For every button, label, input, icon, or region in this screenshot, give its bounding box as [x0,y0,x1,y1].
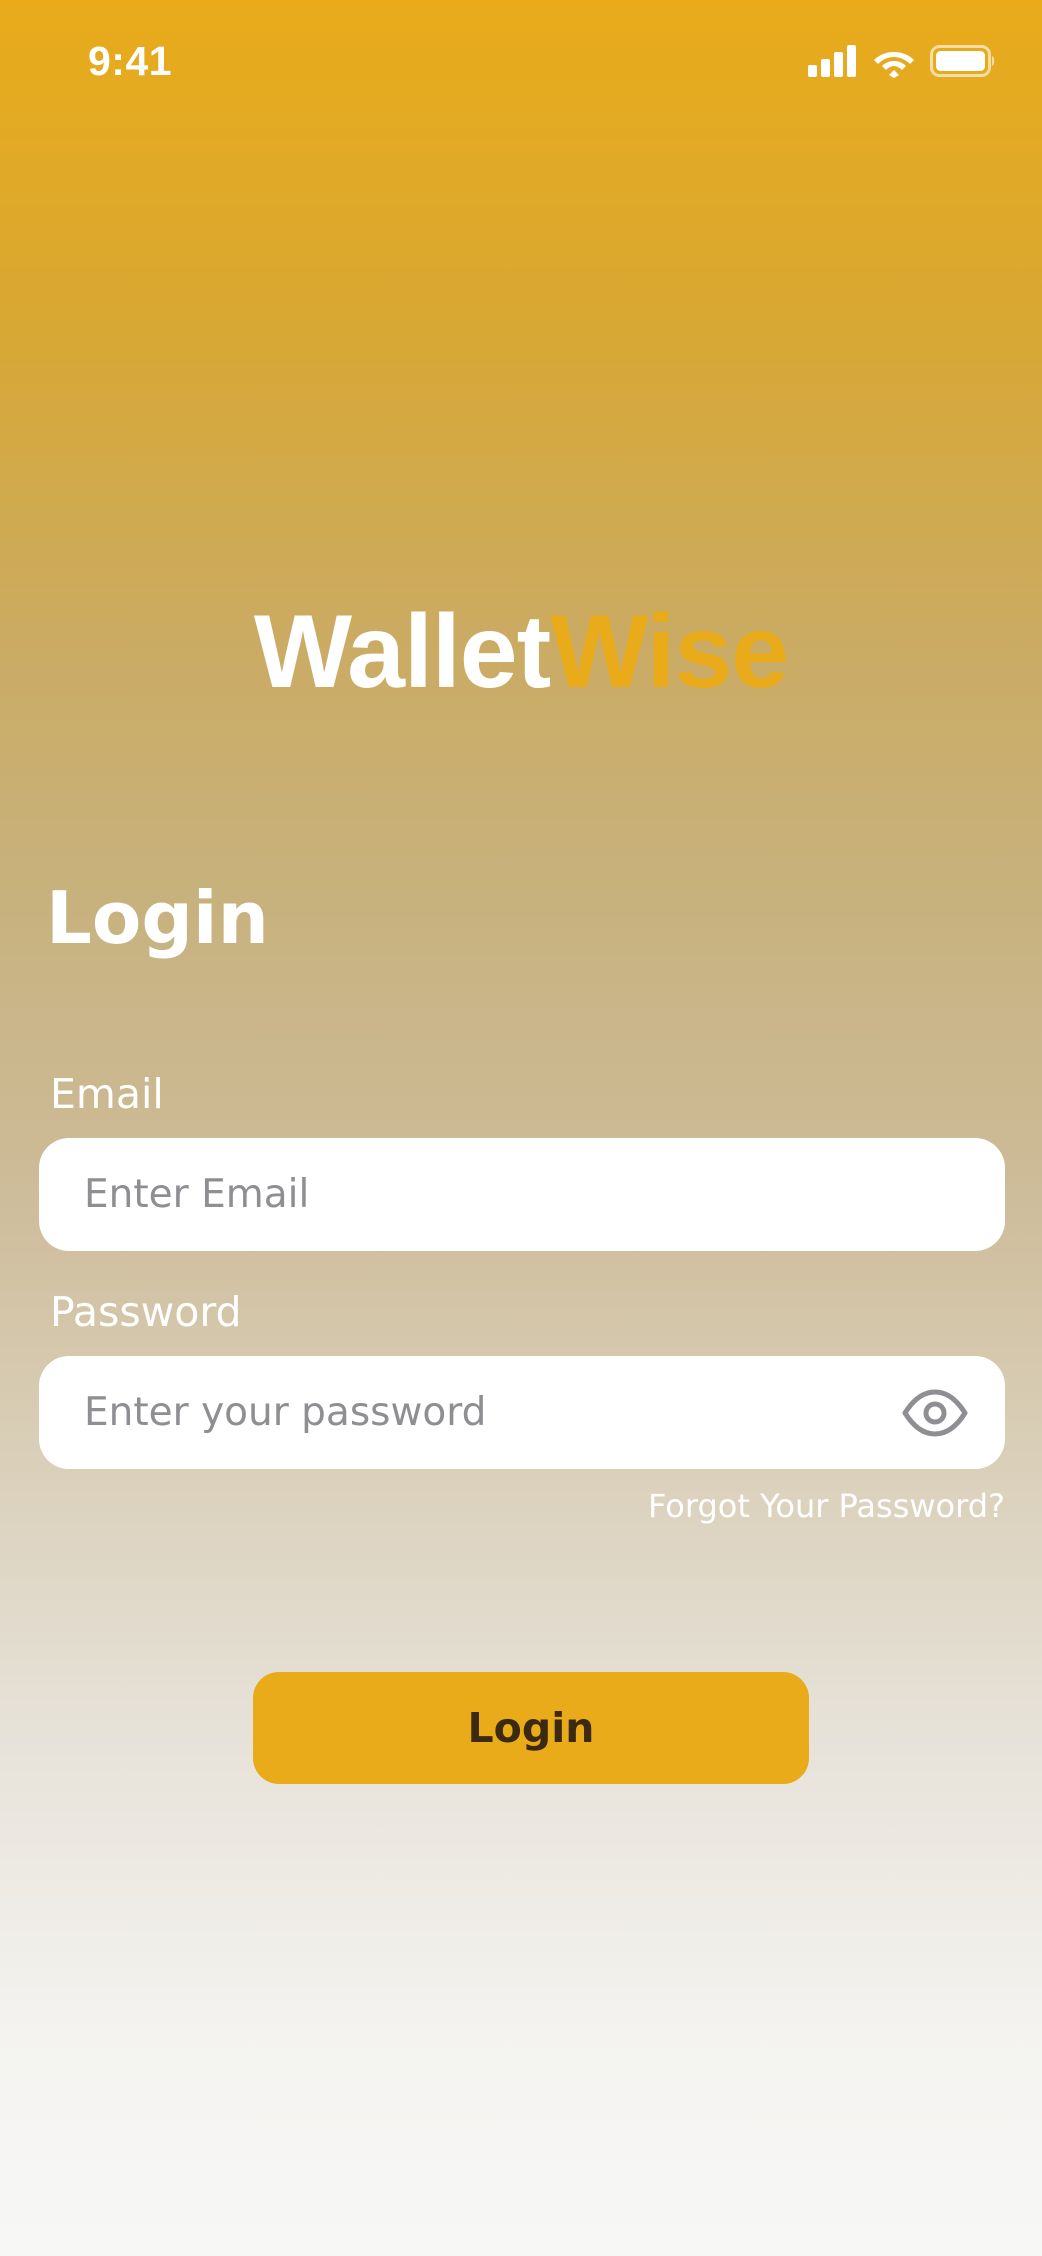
email-field[interactable] [84,1138,904,1251]
app-logo: WalletWise [0,600,1042,704]
page-title: Login [46,876,269,960]
login-button[interactable]: Login [253,1672,809,1784]
email-label: Email [50,1070,164,1118]
eye-icon[interactable] [901,1389,969,1437]
logo-wise-text: Wise [550,594,789,710]
password-label: Password [50,1288,242,1336]
cellular-signal-icon [808,45,858,77]
forgot-password-link[interactable]: Forgot Your Password? [648,1490,1005,1522]
email-field-container [39,1138,1005,1251]
login-screen: 9:41 WalletWise Login Email Enter Email … [0,0,1042,2256]
status-icons [808,44,996,78]
battery-icon [930,45,996,77]
password-field-container [39,1356,1005,1469]
wifi-icon [872,44,916,78]
logo-wallet-text: Wallet [253,594,551,710]
status-time: 9:41 [88,38,173,84]
password-field[interactable] [84,1356,904,1469]
